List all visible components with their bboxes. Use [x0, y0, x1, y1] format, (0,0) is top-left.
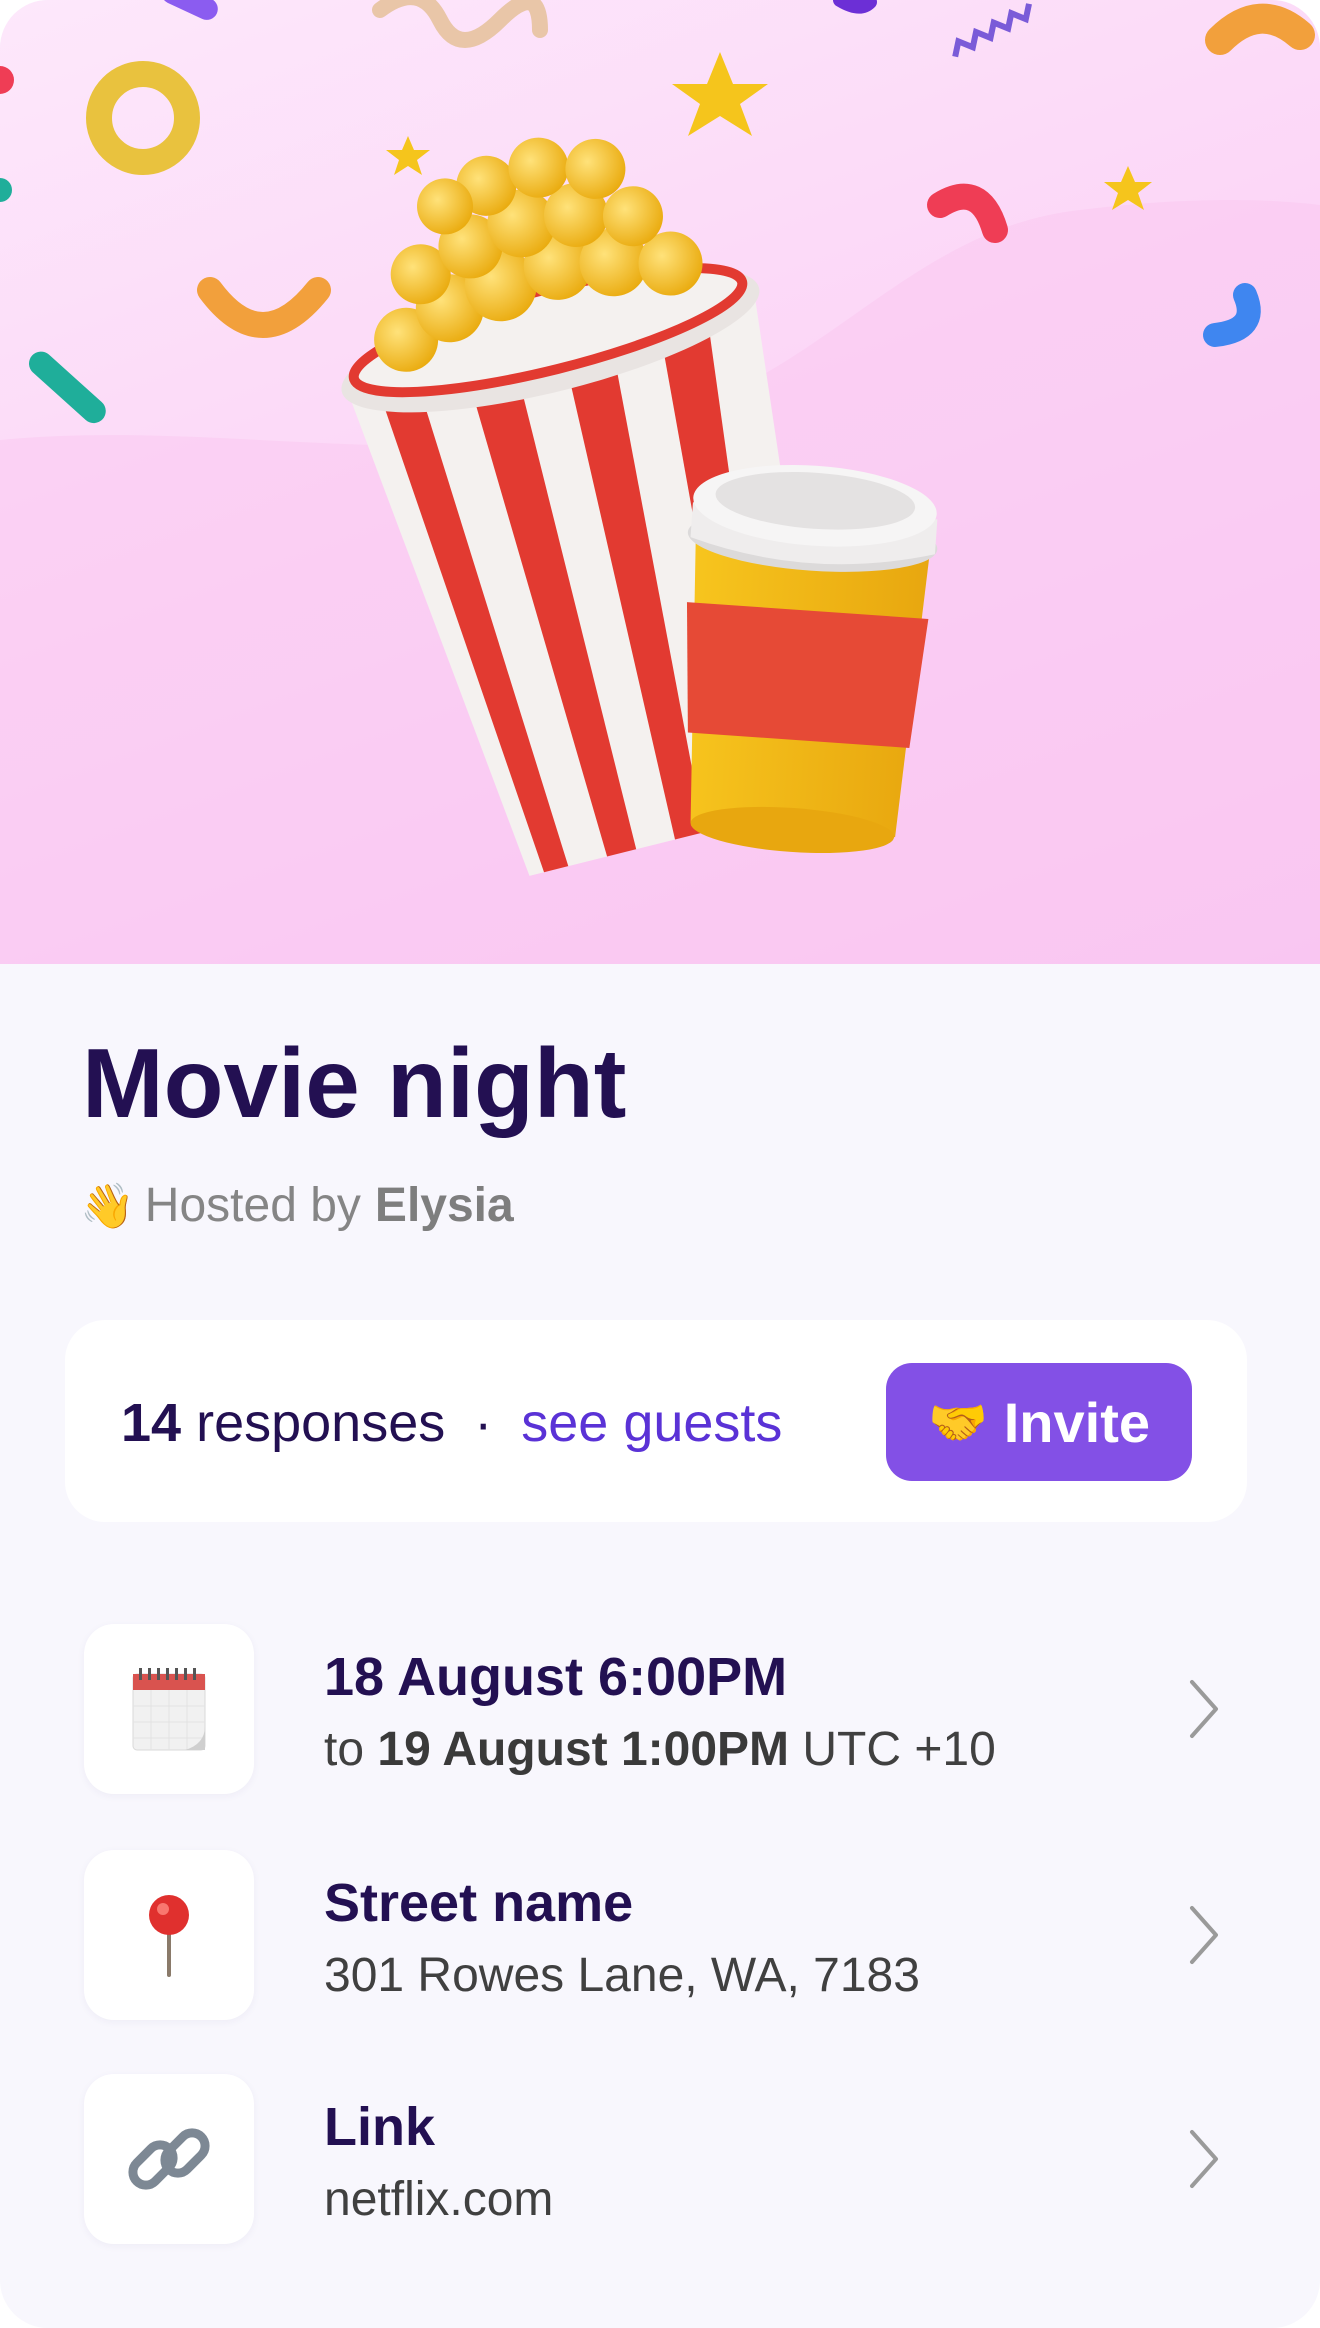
- link-icon: [128, 2128, 210, 2190]
- chevron-right-icon: [1190, 1906, 1218, 1964]
- see-guests-link[interactable]: see guests: [521, 1393, 782, 1453]
- location-address: 301 Rowes Lane, WA, 7183: [324, 1949, 920, 2002]
- host-prefix: Hosted by: [144, 1179, 361, 1232]
- date-row[interactable]: 18 August 6:00PM to 19 August 1:00PM UTC…: [84, 1624, 1244, 1794]
- location-row[interactable]: Street name 301 Rowes Lane, WA, 7183: [84, 1850, 1244, 2020]
- calendar-icon: [132, 1668, 206, 1751]
- location-title: Street name: [324, 1873, 634, 1933]
- date-start: 18 August 6:00PM: [324, 1647, 788, 1707]
- invite-button[interactable]: 🤝 Invite: [886, 1363, 1192, 1481]
- timezone: UTC +10: [802, 1723, 996, 1776]
- link-title: Link: [324, 2097, 436, 2157]
- calendar-tile: [84, 1624, 254, 1794]
- waving-hand-icon: 👋: [80, 1181, 135, 1231]
- responses-label: responses: [196, 1393, 446, 1453]
- date-end-value: 19 August 1:00PM: [377, 1723, 790, 1776]
- chevron-right-icon: [1190, 1680, 1218, 1738]
- link-url[interactable]: netflix.com: [324, 2172, 553, 2227]
- location-tile: [84, 1850, 254, 2020]
- pushpin-icon: [149, 1895, 189, 1977]
- response-count: 14: [121, 1393, 182, 1453]
- separator-dot: ·: [474, 1393, 493, 1453]
- hero-banner: [0, 0, 1320, 964]
- chevron-right-icon: [1190, 2130, 1218, 2188]
- date-end: to 19 August 1:00PM UTC +10: [324, 1722, 996, 1777]
- popcorn-illustration: [0, 0, 1320, 964]
- invite-label: Invite: [1003, 1390, 1151, 1454]
- handshake-icon: 🤝: [927, 1396, 988, 1450]
- link-row[interactable]: Link netflix.com: [84, 2074, 1244, 2244]
- host-line: 👋 Hosted by Elysia: [80, 1178, 514, 1233]
- responses-summary: 14 responses · see guests: [121, 1392, 782, 1454]
- event-card: Movie night 👋 Hosted by Elysia 14 respon…: [0, 0, 1320, 2328]
- link-tile: [84, 2074, 254, 2244]
- host-name: Elysia: [374, 1179, 514, 1232]
- date-end-prefix: to: [324, 1723, 365, 1776]
- event-title: Movie night: [82, 1028, 627, 1138]
- responses-panel: 14 responses · see guests 🤝 Invite: [65, 1320, 1247, 1522]
